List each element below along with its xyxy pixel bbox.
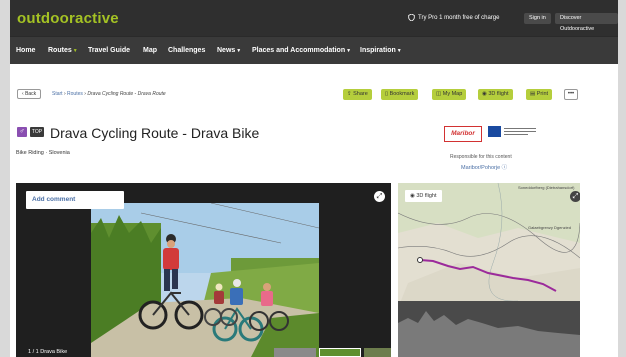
nav-item-label: Home bbox=[16, 47, 36, 54]
page-title: Drava Cycling Route - Drava Bike bbox=[50, 125, 260, 141]
site-logo[interactable]: outdooractive bbox=[17, 10, 119, 27]
breadcrumb: Start › Routes › Drava Cycling Route - D… bbox=[52, 91, 166, 97]
bookmark-button[interactable]: ▯ Bookmark bbox=[381, 89, 419, 100]
nav-item-inspiration[interactable]: Inspiration▼ bbox=[360, 47, 402, 54]
back-label: Back bbox=[25, 91, 37, 97]
thumbnail[interactable] bbox=[319, 348, 361, 357]
nav-item-places[interactable]: Places and Accommodation▼ bbox=[252, 47, 351, 54]
thumbnail[interactable] bbox=[364, 348, 391, 357]
nav-item-label: Challenges bbox=[168, 47, 206, 54]
map-place-label: Soneddorfberg (Dietrahansdorf) bbox=[518, 185, 575, 190]
pro-shield-icon bbox=[408, 14, 415, 21]
eu-logo bbox=[488, 126, 538, 142]
eu-logo-text bbox=[504, 131, 536, 132]
add-comment-button[interactable]: Add comment bbox=[26, 191, 124, 209]
image-gallery[interactable]: Add comment ⤢ 1 / 1 Drava Bike bbox=[16, 183, 391, 357]
thumbnail[interactable] bbox=[274, 348, 316, 357]
responsible-label: Responsible for this content bbox=[450, 154, 512, 160]
my-map-button[interactable]: ◫ My Map bbox=[432, 89, 467, 100]
nav-item-routes[interactable]: Routes▼ bbox=[48, 47, 78, 54]
map-place-label: Galaebgrenzy Dgenzied bbox=[528, 225, 571, 230]
try-pro-label: Try Pro 1 month free of charge bbox=[418, 14, 500, 21]
chevron-down-icon: ▼ bbox=[396, 48, 402, 54]
chevron-down-icon: ▼ bbox=[346, 48, 352, 54]
try-pro-link[interactable]: Try Pro 1 month free of charge bbox=[408, 14, 499, 21]
nav-item-label: Map bbox=[143, 47, 157, 54]
nav-item-label: Travel Guide bbox=[88, 47, 131, 54]
3d-flight-button[interactable]: ◉ 3D flight bbox=[478, 89, 513, 100]
breadcrumb-routes[interactable]: Routes bbox=[67, 91, 83, 97]
bookmark-icon: ▯ bbox=[385, 91, 389, 97]
map-3d-flight-button[interactable]: ◉ 3D flight bbox=[405, 190, 442, 202]
flight-icon: ◉ bbox=[482, 91, 487, 97]
print-label: Print bbox=[536, 91, 549, 97]
share-button[interactable]: ⇪ Share bbox=[343, 89, 372, 100]
expand-map-icon[interactable]: ⤢ bbox=[570, 191, 580, 202]
maribor-logo[interactable]: Maribor bbox=[444, 126, 482, 142]
cyclists-photo[interactable] bbox=[91, 203, 319, 357]
nav-item-label: Routes bbox=[48, 47, 72, 54]
nav-item-label: Places and Accommodation bbox=[252, 47, 346, 54]
top-badge: TOP bbox=[30, 127, 44, 137]
nav-item-challenges[interactable]: Challenges bbox=[168, 47, 205, 54]
bookmark-label: Bookmark bbox=[389, 91, 415, 97]
back-button[interactable]: ‹ Back bbox=[17, 89, 42, 99]
map-icon: ◫ bbox=[436, 91, 442, 97]
top-header: outdooractive Try Pro 1 month free of ch… bbox=[10, 0, 618, 36]
chevron-down-icon: ▼ bbox=[72, 48, 78, 54]
eu-logo-text bbox=[504, 134, 528, 135]
page: outdooractive Try Pro 1 month free of ch… bbox=[10, 0, 618, 357]
nav-item-home[interactable]: Home bbox=[16, 47, 35, 54]
breadcrumb-current: Drava Cycling Route - Drava Route bbox=[87, 91, 166, 97]
eu-flag-icon bbox=[488, 126, 501, 137]
3d-flight-label: 3D flight bbox=[488, 91, 509, 97]
nav-item-news[interactable]: News▼ bbox=[217, 47, 241, 54]
discover-button[interactable]: Discover Outdooractive bbox=[555, 13, 618, 32]
sign-in-button[interactable]: Sign in bbox=[524, 13, 551, 24]
eu-logo-text bbox=[504, 128, 536, 129]
chevron-down-icon: ▼ bbox=[236, 48, 242, 54]
main-nav: Home Routes▼ Travel Guide Map Challenges… bbox=[10, 36, 618, 64]
more-options-button[interactable]: ••• bbox=[564, 89, 578, 100]
route-map[interactable]: ◉ 3D flight ⤢ Soneddorfberg (Dietrahansd… bbox=[398, 183, 580, 357]
flight-icon: ◉ bbox=[410, 193, 415, 199]
nav-item-label: Inspiration bbox=[360, 47, 396, 54]
share-label: Share bbox=[353, 91, 368, 97]
route-subtitle: Bike Riding · Slovenia bbox=[16, 150, 70, 156]
route-start-marker bbox=[417, 257, 423, 263]
bike-icon: ♂ bbox=[17, 127, 27, 137]
print-button[interactable]: ▤ Print bbox=[526, 89, 553, 100]
nav-item-map[interactable]: Map bbox=[143, 47, 157, 54]
expand-gallery-icon[interactable]: ⤢ bbox=[374, 191, 385, 202]
map-3d-flight-label: 3D flight bbox=[416, 193, 437, 199]
publisher-link[interactable]: Maribor/Pohorje ⓘ bbox=[461, 163, 507, 171]
breadcrumb-start[interactable]: Start bbox=[52, 91, 63, 97]
nav-item-travel-guide[interactable]: Travel Guide bbox=[88, 47, 130, 54]
print-icon: ▤ bbox=[530, 91, 536, 97]
my-map-label: My Map bbox=[442, 91, 463, 97]
image-caption: 1 / 1 Drava Bike bbox=[28, 349, 68, 355]
info-icon: ⓘ bbox=[501, 165, 508, 171]
share-icon: ⇪ bbox=[347, 91, 352, 97]
nav-item-label: News bbox=[217, 47, 236, 54]
publisher-name: Maribor/Pohorje bbox=[461, 165, 501, 171]
